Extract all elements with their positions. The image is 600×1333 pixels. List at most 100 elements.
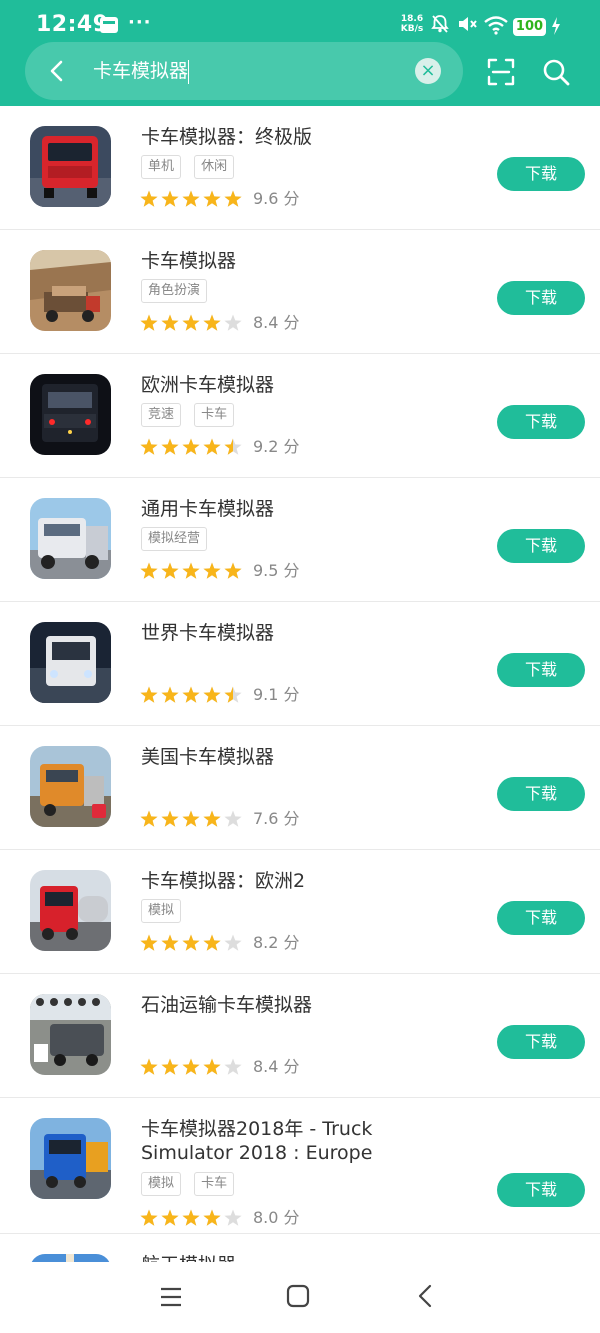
star-filled xyxy=(161,810,179,827)
star-filled xyxy=(140,438,158,455)
tag-list: 竞速 卡车 xyxy=(141,403,242,427)
mute-icon xyxy=(459,17,477,31)
star-filled xyxy=(140,934,158,951)
clear-icon[interactable] xyxy=(415,58,441,84)
star-rating-icon xyxy=(140,1209,242,1226)
star-filled xyxy=(224,190,242,207)
star-filled xyxy=(203,1058,221,1075)
tag-list: 模拟 xyxy=(141,899,189,923)
list-item[interactable]: 航天模拟器 xyxy=(0,1234,600,1262)
search-icon[interactable] xyxy=(540,56,572,88)
list-item[interactable]: 卡车模拟器2018年 - Truck Simulator 2018 : Euro… xyxy=(0,1098,600,1234)
star-filled xyxy=(140,190,158,207)
search-input[interactable]: 卡车模拟器 xyxy=(93,57,413,85)
star-filled xyxy=(182,562,200,579)
star-filled xyxy=(140,562,158,579)
list-item[interactable]: 卡车模拟器 角色扮演 8.4 分 下载 xyxy=(0,230,600,354)
score: 9.6 分 xyxy=(253,189,300,208)
star-rating-icon xyxy=(140,438,242,455)
star-empty xyxy=(224,314,242,331)
score: 9.1 分 xyxy=(253,685,300,704)
download-button[interactable]: 下载 xyxy=(497,901,585,935)
app-icon[interactable] xyxy=(30,1118,111,1199)
app-name: 卡车模拟器 xyxy=(141,250,237,272)
back-arrow-icon[interactable] xyxy=(43,57,71,85)
star-filled xyxy=(182,190,200,207)
list-item[interactable]: 通用卡车模拟器 模拟经营 9.5 分 下载 xyxy=(0,478,600,602)
star-filled xyxy=(161,1209,179,1226)
header: 12:49 ··· 18.6 KB/s 100 卡车模拟器 × xyxy=(0,0,600,106)
app-icon[interactable] xyxy=(30,498,111,579)
star-filled xyxy=(203,686,221,703)
list-item[interactable]: 欧洲卡车模拟器 竞速 卡车 9.2 分 下载 xyxy=(0,354,600,478)
download-button[interactable]: 下载 xyxy=(497,653,585,687)
download-button[interactable]: 下载 xyxy=(497,1025,585,1059)
star-filled xyxy=(182,314,200,331)
list-item[interactable]: 卡车模拟器：欧洲2 模拟 8.2 分 下载 xyxy=(0,850,600,974)
app-icon[interactable] xyxy=(30,126,111,207)
score: 9.5 分 xyxy=(253,561,300,580)
app-icon[interactable] xyxy=(30,870,111,951)
app-name: 卡车模拟器：欧洲2 xyxy=(141,870,306,892)
app-name: 世界卡车模拟器 xyxy=(141,622,275,644)
star-empty xyxy=(224,934,242,951)
download-button[interactable]: 下载 xyxy=(497,529,585,563)
app-icon[interactable] xyxy=(30,250,111,331)
tag-list: 角色扮演 xyxy=(141,279,215,303)
star-filled xyxy=(161,686,179,703)
app-icon[interactable] xyxy=(30,1254,111,1262)
score: 9.2 分 xyxy=(253,437,300,456)
list-item[interactable]: 卡车模拟器：终极版 单机 休闲 9.6 分 下载 xyxy=(0,106,600,230)
scan-icon[interactable] xyxy=(485,56,517,88)
search-results-list: 卡车模拟器：终极版 单机 休闲 9.6 分 下载 卡车模拟器 角色扮演 8.4 xyxy=(0,106,600,1262)
download-button[interactable]: 下载 xyxy=(497,157,585,191)
star-filled xyxy=(140,314,158,331)
star-rating-icon xyxy=(140,810,242,827)
wifi-icon xyxy=(484,16,508,35)
tag: 模拟 xyxy=(141,1172,182,1196)
app-icon[interactable] xyxy=(30,746,111,827)
app-icon[interactable] xyxy=(30,994,111,1075)
menu-icon[interactable] xyxy=(159,1285,183,1309)
star-filled xyxy=(140,1058,158,1075)
star-filled xyxy=(182,934,200,951)
star-filled xyxy=(203,810,221,827)
star-rating-icon xyxy=(140,686,242,703)
tag: 角色扮演 xyxy=(141,279,208,303)
app-icon[interactable] xyxy=(30,374,111,455)
app-name: 石油运输卡车模拟器 xyxy=(141,994,313,1016)
home-icon[interactable] xyxy=(286,1284,310,1308)
star-filled xyxy=(161,562,179,579)
star-filled xyxy=(161,1058,179,1075)
score: 7.6 分 xyxy=(253,809,300,828)
star-filled xyxy=(161,934,179,951)
star-empty xyxy=(224,810,242,827)
tag: 模拟 xyxy=(141,899,182,923)
star-filled xyxy=(203,934,221,951)
download-button[interactable]: 下载 xyxy=(497,1173,585,1207)
app-icon[interactable] xyxy=(30,622,111,703)
download-button[interactable]: 下载 xyxy=(497,281,585,315)
star-empty xyxy=(224,1209,242,1226)
text-cursor xyxy=(188,60,189,84)
star-rating-icon xyxy=(140,934,242,951)
list-item[interactable]: 美国卡车模拟器 7.6 分 下载 xyxy=(0,726,600,850)
tag-list: 单机 休闲 xyxy=(141,155,242,179)
back-icon[interactable] xyxy=(414,1284,438,1308)
status-time: 12:49 xyxy=(36,12,109,37)
score: 8.0 分 xyxy=(253,1208,300,1227)
download-button[interactable]: 下载 xyxy=(497,405,585,439)
download-button[interactable]: 下载 xyxy=(497,777,585,811)
score: 8.4 分 xyxy=(253,313,300,332)
star-filled xyxy=(203,190,221,207)
star-filled xyxy=(161,190,179,207)
tag: 模拟经营 xyxy=(141,527,208,551)
list-item[interactable]: 世界卡车模拟器 9.1 分 下载 xyxy=(0,602,600,726)
search-bar[interactable]: 卡车模拟器 xyxy=(25,42,463,100)
tag: 卡车 xyxy=(194,1172,235,1196)
star-filled xyxy=(182,438,200,455)
star-rating-icon xyxy=(140,190,242,207)
list-item[interactable]: 石油运输卡车模拟器 8.4 分 下载 xyxy=(0,974,600,1098)
battery-indicator: 100 xyxy=(513,18,546,36)
star-rating-icon xyxy=(140,1058,242,1075)
